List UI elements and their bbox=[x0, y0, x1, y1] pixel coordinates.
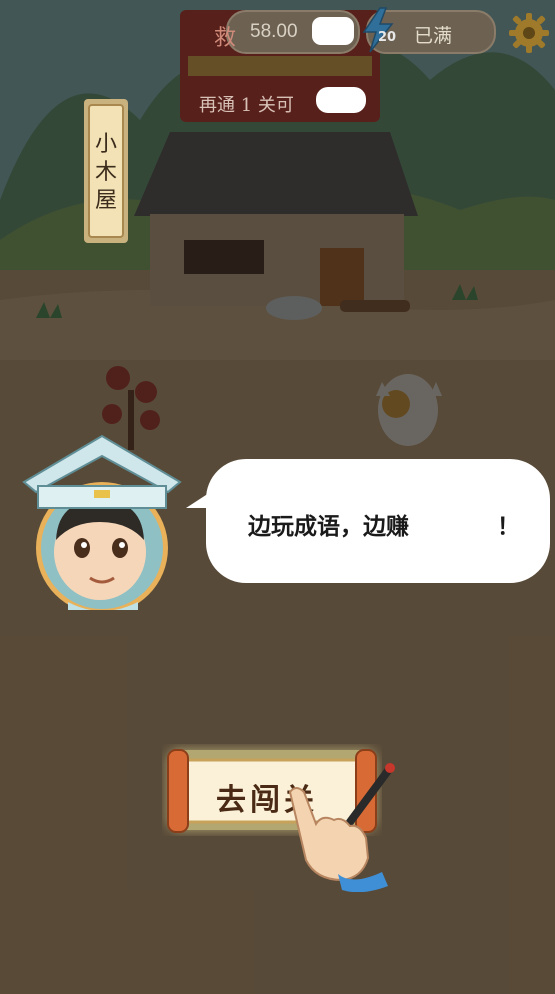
banner-title: 救 bbox=[214, 26, 237, 51]
speech-text: 边玩成语，边赚 bbox=[248, 514, 409, 540]
location-sign-label: 小木屋 bbox=[94, 132, 117, 213]
pointing-hand-icon bbox=[288, 763, 395, 892]
energy-status: 已满 bbox=[414, 25, 453, 47]
banner-reward-placeholder bbox=[316, 87, 366, 113]
gear-icon[interactable] bbox=[507, 11, 551, 55]
coin-value: 58.00 bbox=[250, 21, 298, 42]
speech-exclamation: ！ bbox=[497, 514, 520, 540]
coin-counter[interactable]: 58.00 bbox=[226, 10, 360, 54]
scholar-avatar bbox=[22, 434, 182, 610]
banner-subtitle: 再通 1 关可 bbox=[199, 95, 294, 116]
coin-badge bbox=[312, 17, 354, 45]
energy-count: 20 bbox=[378, 30, 397, 45]
